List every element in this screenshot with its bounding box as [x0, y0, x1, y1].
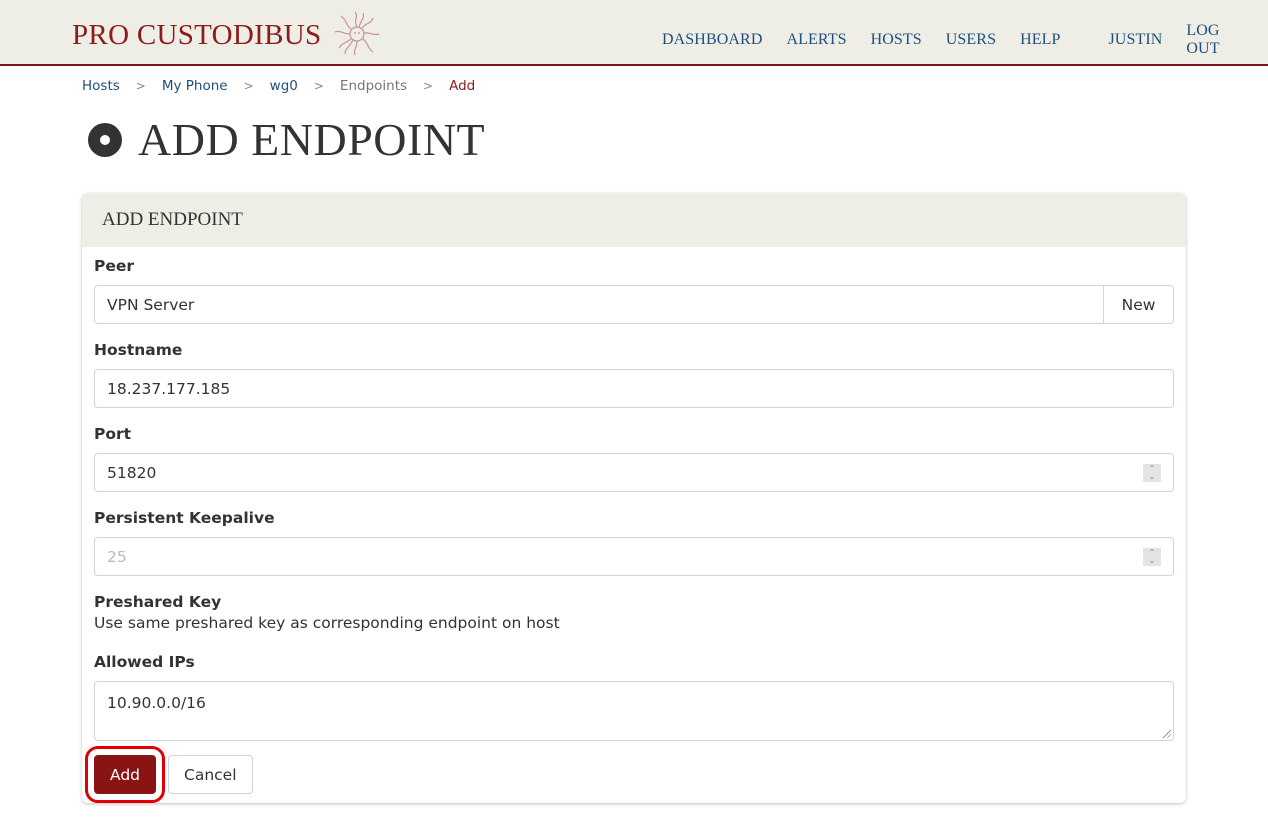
nav-alerts[interactable]: ALERTS	[786, 31, 846, 49]
keepalive-spinner-icon[interactable]: ⌃ ⌄	[1143, 548, 1161, 566]
nav-hosts[interactable]: HOSTS	[871, 31, 922, 49]
hostname-label: Hostname	[94, 341, 183, 359]
port-input[interactable]: 51820 ⌃ ⌄	[94, 453, 1174, 492]
preshared-key-field: Preshared Key Use same preshared key as …	[94, 593, 1174, 632]
nav-help[interactable]: HELP	[1020, 31, 1060, 49]
keepalive-label: Persistent Keepalive	[94, 509, 275, 527]
breadcrumb-separator: >	[135, 79, 146, 93]
card-header: ADD ENDPOINT	[82, 193, 1186, 247]
port-value: 51820	[107, 463, 157, 482]
allowed-ips-field: Allowed IPs 10.90.0.0/16	[94, 653, 1174, 741]
nav-user-justin[interactable]: JUSTIN	[1108, 31, 1162, 49]
breadcrumb-hosts[interactable]: Hosts	[82, 78, 120, 94]
page-title-text: ADD ENDPOINT	[138, 114, 486, 165]
allowed-ips-label: Allowed IPs	[94, 653, 195, 671]
nav-users[interactable]: USERS	[946, 31, 996, 49]
form-actions: Add Cancel	[84, 746, 253, 803]
breadcrumb-wg0[interactable]: wg0	[270, 78, 298, 94]
nav-logout[interactable]: LOG OUT	[1186, 22, 1244, 58]
breadcrumb-separator: >	[423, 79, 434, 93]
peer-label: Peer	[94, 257, 135, 275]
peer-input-group: VPN Server New	[94, 275, 1174, 324]
keepalive-field: Persistent Keepalive 25 ⌃ ⌄	[94, 509, 1174, 576]
allowed-ips-textarea[interactable]: 10.90.0.0/16	[94, 681, 1174, 741]
main-nav: DASHBOARD ALERTS HOSTS USERS HELP JUSTIN…	[662, 22, 1268, 58]
preshared-key-help: Use same preshared key as corresponding …	[94, 614, 560, 632]
port-label: Port	[94, 425, 132, 443]
breadcrumb-separator: >	[243, 79, 254, 93]
breadcrumb-separator: >	[313, 79, 324, 93]
brand-link[interactable]: PRO CUSTODIBUS	[72, 11, 381, 56]
add-endpoint-card: ADD ENDPOINT Peer VPN Server New Hostnam…	[82, 193, 1186, 803]
cancel-button[interactable]: Cancel	[168, 755, 253, 794]
new-peer-button[interactable]: New	[1104, 285, 1174, 324]
page-title: ADD ENDPOINT	[88, 113, 485, 166]
breadcrumb-add: Add	[449, 78, 476, 94]
breadcrumb-endpoints: Endpoints	[339, 78, 408, 94]
allowed-ips-value: 10.90.0.0/16	[107, 694, 206, 712]
medusa-logo-icon	[335, 11, 380, 56]
endpoint-circle-icon	[88, 122, 122, 157]
hostname-field: Hostname 18.237.177.185	[94, 341, 1174, 408]
peer-field: Peer VPN Server New	[94, 257, 1174, 324]
breadcrumb: Hosts > My Phone > wg0 > Endpoints > Add	[82, 78, 475, 94]
peer-select[interactable]: VPN Server	[94, 285, 1104, 324]
preshared-key-label: Preshared Key	[94, 593, 222, 611]
port-field: Port 51820 ⌃ ⌄	[94, 425, 1174, 492]
port-spinner-icon[interactable]: ⌃ ⌄	[1143, 464, 1161, 482]
add-button[interactable]: Add	[84, 746, 166, 803]
nav-dashboard[interactable]: DASHBOARD	[662, 31, 762, 49]
keepalive-placeholder: 25	[107, 547, 127, 566]
resize-handle-icon[interactable]	[1161, 728, 1171, 738]
breadcrumb-my-phone[interactable]: My Phone	[162, 78, 228, 94]
brand-name: PRO CUSTODIBUS	[72, 18, 322, 51]
keepalive-input[interactable]: 25 ⌃ ⌄	[94, 537, 1174, 576]
hostname-input[interactable]: 18.237.177.185	[94, 369, 1174, 408]
top-navbar: PRO CUSTODIBUS DASHBOARD ALERTS HOSTS US…	[0, 0, 1268, 66]
